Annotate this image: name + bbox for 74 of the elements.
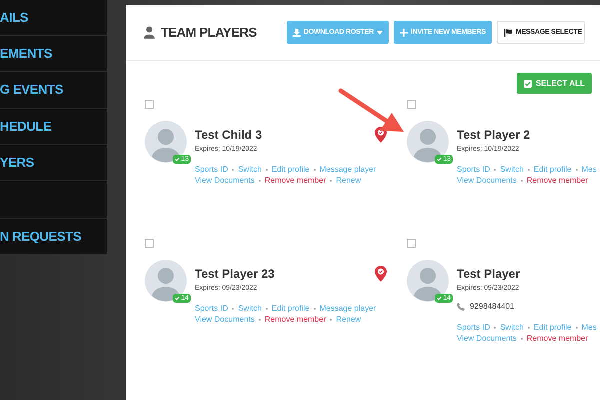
action-link[interactable]: Switch [238, 165, 262, 174]
person-icon [144, 26, 155, 39]
separator-dot [314, 308, 316, 310]
action-link[interactable]: View Documents [195, 176, 255, 185]
select-all-button[interactable]: SELECT ALL [516, 73, 592, 94]
action-link[interactable]: Mes [582, 323, 597, 332]
action-link[interactable]: Sports ID [195, 165, 228, 174]
action-link[interactable]: Edit profile [534, 165, 572, 174]
arrow-drawing [338, 88, 404, 134]
action-link[interactable]: Message player [320, 304, 376, 313]
caret-icon [376, 30, 383, 34]
action-link[interactable]: Renew [336, 315, 362, 324]
action-link[interactable]: Switch [238, 304, 262, 313]
checkbox[interactable] [145, 239, 154, 248]
separator-dot [266, 168, 268, 170]
remove-link[interactable]: Remove member [526, 334, 588, 343]
sidebar-item[interactable]: EMENTS [0, 46, 52, 62]
page-title: TEAM PLAYERS [161, 25, 257, 40]
avatar-icon [145, 260, 187, 302]
separator-dot [528, 326, 530, 328]
player-name: Test Child 3 [195, 128, 262, 142]
flag-icon [504, 28, 513, 36]
sidebar-item[interactable]: N REQUESTS [0, 228, 82, 244]
action-link[interactable]: Mes [582, 165, 597, 174]
sidebar-item[interactable]: YERS [0, 154, 34, 170]
separator-dot [576, 326, 578, 328]
separator-dot [528, 168, 530, 170]
separator-dot [258, 318, 261, 320]
action-link[interactable]: Message player [320, 165, 376, 174]
separator-dot [494, 326, 496, 328]
action-link[interactable]: Edit profile [534, 323, 572, 332]
action-link[interactable]: Edit profile [272, 165, 310, 174]
player-name: Test Player [457, 267, 520, 281]
avatar-icon [407, 260, 449, 302]
action-link[interactable]: Renew [336, 176, 362, 185]
separator-dot [330, 318, 332, 320]
action-link[interactable]: Switch [500, 165, 524, 174]
remove-link[interactable]: Remove member [264, 176, 326, 185]
action-link[interactable]: Sports ID [457, 165, 490, 174]
avatar-icon [145, 121, 187, 163]
player-name: Test Player 2 [457, 128, 530, 142]
separator-dot [266, 308, 268, 310]
separator-dot [330, 180, 332, 182]
separator-dot [494, 168, 496, 170]
sidebar-item[interactable]: AILS [0, 10, 28, 26]
plus-icon [400, 28, 408, 36]
checkbox-icon [524, 80, 532, 88]
action-link[interactable]: View Documents [457, 334, 517, 343]
phone-icon [457, 302, 465, 310]
action-link[interactable]: Sports ID [457, 323, 490, 332]
sidebar-item[interactable]: G EVENTS [0, 82, 64, 98]
separator-dot [232, 168, 234, 170]
action-link[interactable]: View Documents [457, 176, 517, 185]
action-link[interactable]: Switch [500, 323, 524, 332]
action-link[interactable]: View Documents [195, 315, 255, 324]
action-link[interactable]: Edit profile [272, 304, 310, 313]
checkbox[interactable] [145, 100, 154, 109]
player-name: Test Player 23 [195, 267, 275, 281]
phone-number: 9298484401 [470, 302, 514, 311]
avatar-icon [407, 121, 449, 163]
separator-dot [520, 338, 523, 340]
separator-dot [520, 180, 523, 182]
sidebar-item[interactable]: HEDULE [0, 118, 52, 134]
separator-dot [232, 308, 234, 310]
separator-dot [314, 168, 316, 170]
download-icon [292, 28, 301, 36]
remove-link[interactable]: Remove member [526, 176, 588, 185]
separator-dot [576, 168, 578, 170]
checkbox[interactable] [407, 239, 416, 248]
remove-link[interactable]: Remove member [264, 315, 326, 324]
map-pin-icon[interactable] [375, 266, 387, 282]
action-link[interactable]: Sports ID [195, 304, 228, 313]
separator-dot [258, 180, 261, 182]
checkbox[interactable] [407, 100, 416, 109]
